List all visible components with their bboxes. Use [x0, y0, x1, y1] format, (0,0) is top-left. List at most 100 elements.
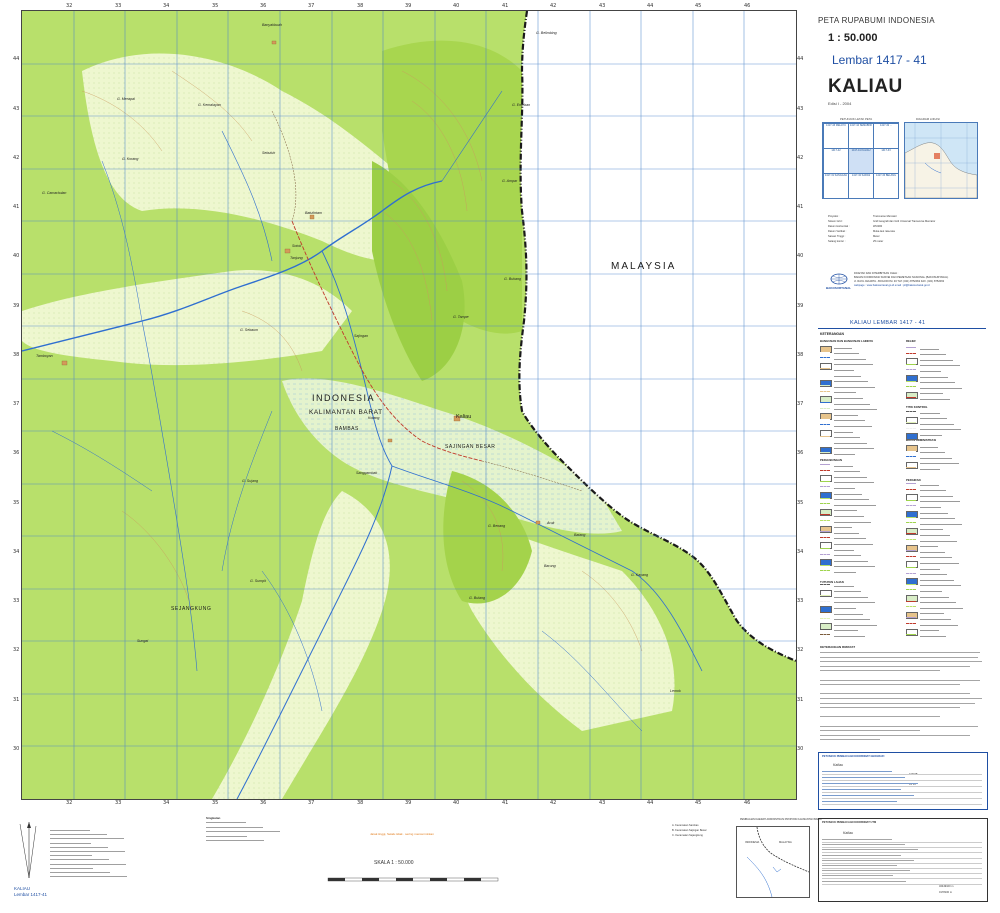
- legend-text-placeholder: [834, 453, 855, 456]
- legend-text-placeholder: [920, 506, 941, 509]
- index-map[interactable]: 1417-43 MELAYU 1417-44 SEMABOK 1417-32 ...…: [822, 122, 899, 199]
- logo-text: BAKOSURTANAL: [826, 286, 852, 290]
- legend-text-placeholder: [834, 487, 855, 490]
- legend-text-placeholder: [834, 364, 873, 366]
- coordinate-row: [822, 795, 914, 796]
- place-label: G. Enteban: [512, 103, 531, 107]
- grid-tick-label: 45: [695, 3, 702, 9]
- legend-line-symbol: [820, 418, 830, 420]
- grid-tick-label: 30: [13, 746, 20, 752]
- note-line: [50, 876, 127, 878]
- bakosurtanal-logo: [830, 272, 848, 285]
- geo-box-title: PETUNJUK PEMBACAAN KOORDINAT GEOGRAFI: [822, 755, 885, 758]
- grid-tick-label: 43: [599, 3, 606, 9]
- grid-tick-label: 44: [13, 56, 20, 62]
- legend-sheet-ref: KALIAU LEMBAR 1417 - 41: [850, 320, 926, 326]
- scale-title: 1 : 50.000: [828, 32, 878, 44]
- legend-line-symbol: [820, 351, 830, 353]
- scale-label: SKALA 1 : 50.000: [374, 860, 414, 866]
- legend-line-symbol: [820, 520, 830, 521]
- coordinate-row: [822, 849, 918, 851]
- geo-rows: [822, 771, 982, 807]
- legend-text-placeholder: [920, 387, 962, 389]
- legend-line-symbol: [820, 595, 830, 597]
- index-cell[interactable]: 1417-33: [873, 148, 899, 174]
- legend-text-placeholder: [834, 596, 868, 598]
- utm-rows: [822, 839, 982, 899]
- place-label: Aruk: [547, 521, 555, 525]
- legend-line-symbol: [906, 467, 916, 469]
- grid-tick-label: 37: [13, 401, 20, 407]
- place-label: G. Sujang: [242, 479, 258, 483]
- note-line: [206, 835, 247, 837]
- grid-tick-label: 38: [797, 352, 804, 358]
- coordinate-row-rule: [822, 868, 982, 869]
- legend-text-placeholder: [834, 504, 876, 506]
- legend-text-placeholder: [920, 607, 963, 609]
- publisher-web[interactable]: webpage : www.bakosurtanal.go.id email :…: [854, 284, 930, 287]
- index-cell[interactable]: 1417-32 SARAS: [848, 173, 874, 199]
- index-cell[interactable]: 1417-43 MELAYU: [823, 123, 849, 149]
- legend-text-placeholder: [920, 529, 943, 531]
- legend-text-placeholder: [920, 354, 946, 356]
- grid-tick-label: 32: [66, 800, 73, 806]
- grid-tick-label: 38: [357, 3, 364, 9]
- coordinate-row-rule: [822, 804, 982, 805]
- legend-line-symbol: [820, 357, 830, 359]
- coordinate-row-rule: [822, 878, 982, 880]
- note-line: [206, 831, 280, 832]
- grid-tick-label: 40: [453, 800, 460, 806]
- legend-line-symbol: [820, 497, 830, 499]
- legend-line-symbol: [906, 555, 916, 557]
- map-frame[interactable]: MALAYSIA INDONESIA KALIMANTAN BARAT BAMB…: [21, 10, 797, 800]
- legend-text-placeholder: [834, 437, 860, 439]
- legend-text-placeholder: [920, 376, 948, 378]
- grid-tick-label: 32: [66, 3, 73, 9]
- index-cell[interactable]: 1417-32 ...: [873, 123, 899, 149]
- index-cell[interactable]: 1417-41 KALIAU: [848, 148, 874, 174]
- legend-text-placeholder: [920, 568, 940, 570]
- coordinate-row: [822, 875, 893, 877]
- place-label: Sungai: [137, 639, 149, 643]
- legend-line-symbol: [820, 628, 830, 630]
- grid-tick-label: 38: [13, 352, 20, 358]
- legend-line-symbol: [906, 411, 916, 412]
- location-diagram-svg: [905, 123, 977, 198]
- coordinate-row: [822, 801, 897, 802]
- coordinate-row: [822, 844, 905, 846]
- legend-text-placeholder: [834, 613, 863, 615]
- coordinate-row: [822, 870, 910, 872]
- legend-text-placeholder: [920, 540, 957, 542]
- legend-line-symbol: [820, 402, 830, 403]
- legend-line-symbol: [906, 488, 916, 490]
- grid-tick-label: 41: [13, 204, 20, 210]
- place-label: Tamboyan: [36, 354, 53, 358]
- grid-tick-label: 36: [13, 450, 20, 456]
- legend-text-placeholder: [834, 591, 861, 593]
- label-malaysia: MALAYSIA: [611, 261, 677, 272]
- grid-tick-label: 33: [797, 598, 804, 604]
- grid-tick-label: 37: [308, 3, 315, 9]
- legend-line-symbol: [820, 441, 830, 443]
- place-label: Banyakbuah: [262, 23, 282, 27]
- legend-text-placeholder: [920, 484, 939, 486]
- legend-text-placeholder: [834, 543, 873, 546]
- label-indonesia: INDONESIA: [312, 393, 376, 403]
- index-cell[interactable]: 1417-42: [823, 148, 849, 174]
- topographic-map[interactable]: [22, 11, 796, 799]
- legend-text-placeholder: [834, 476, 867, 478]
- index-cell[interactable]: 1417-31 SANGGAU: [823, 173, 849, 199]
- legend-text-placeholder: [834, 515, 864, 518]
- grid-tick-label: 34: [13, 549, 20, 555]
- legend-text-placeholder: [834, 431, 853, 433]
- grid-tick-label: 43: [599, 800, 606, 806]
- grid-tick-label: 43: [13, 106, 20, 112]
- coordinate-row: [822, 859, 914, 861]
- scale-bar-svg: [327, 877, 499, 882]
- coordinate-row: [822, 771, 892, 772]
- index-cell[interactable]: 1417-44 SEMABOK: [848, 123, 874, 149]
- grid-tick-label: 44: [797, 56, 804, 62]
- legend-line-symbol: [820, 634, 830, 636]
- index-cell[interactable]: 1417-34 BELANG: [873, 173, 899, 199]
- legend-text-placeholder: [834, 571, 856, 574]
